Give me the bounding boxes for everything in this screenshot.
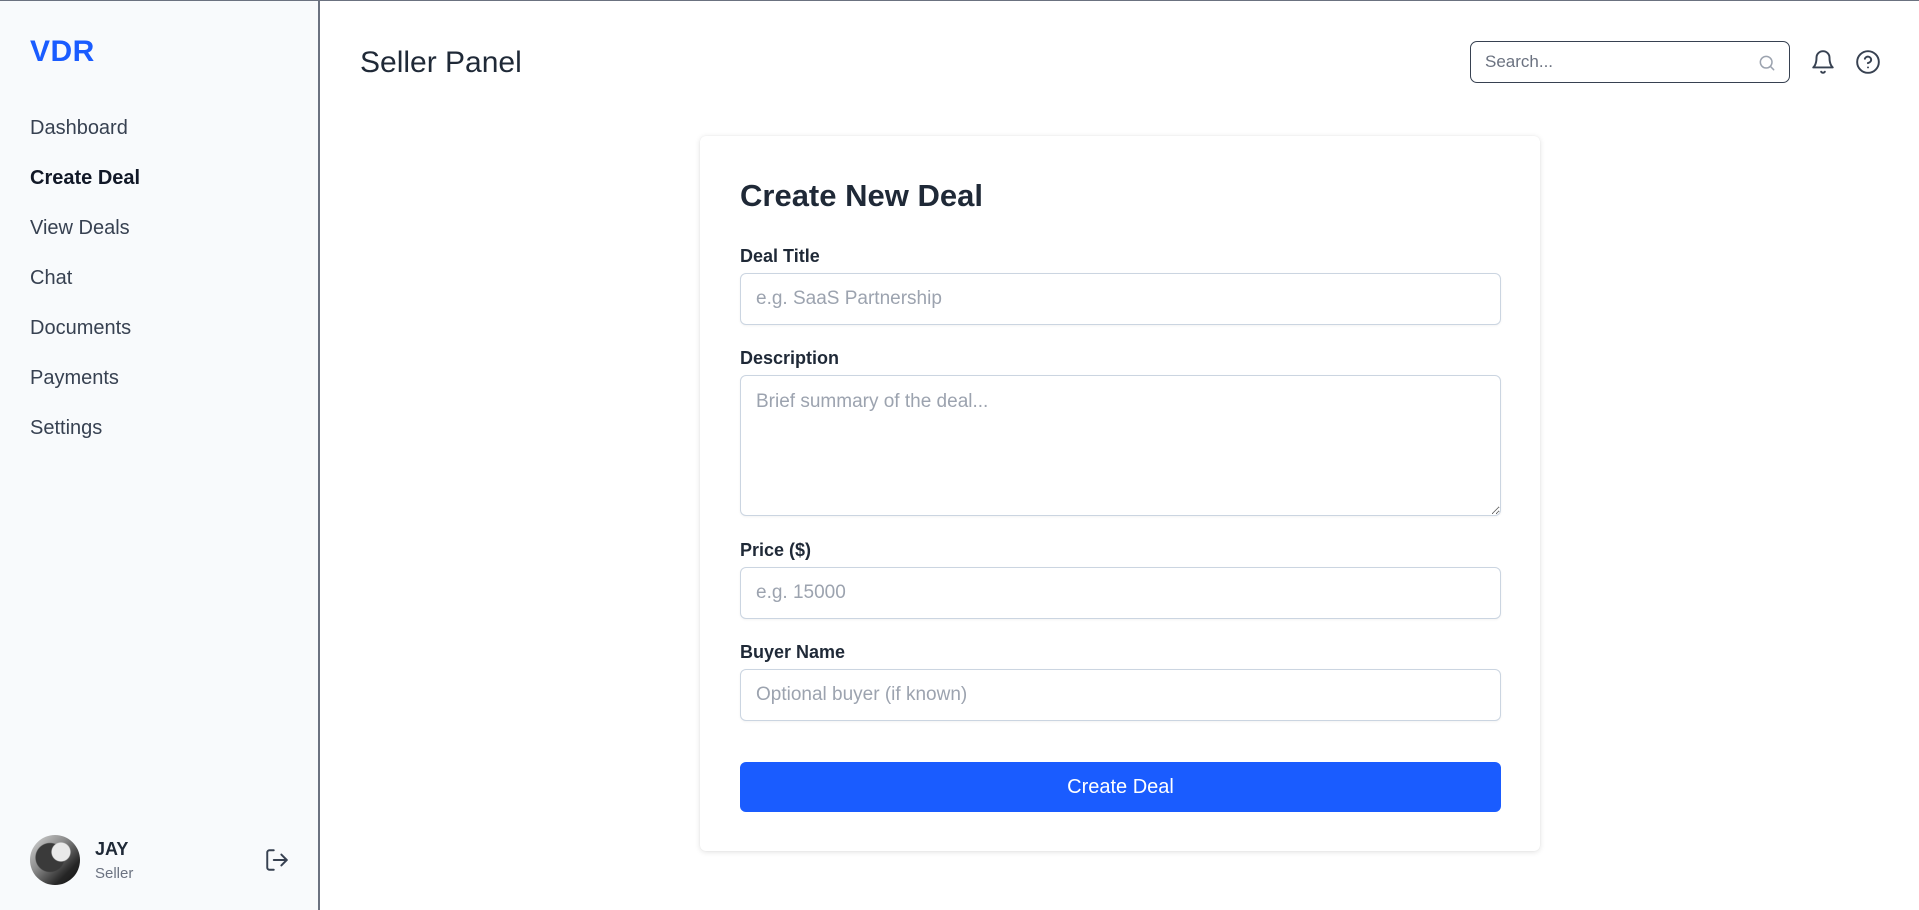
bell-icon[interactable] [1810,49,1836,75]
sidebar-nav: Dashboard Create Deal View Deals Chat Do… [30,113,140,463]
create-deal-button[interactable]: Create Deal [740,762,1501,812]
search-icon[interactable] [1757,53,1777,73]
buyer-name-label: Buyer Name [740,642,846,662]
sidebar-item-view-deals[interactable]: View Deals [30,213,140,263]
sidebar-item-dashboard[interactable]: Dashboard [30,113,140,163]
sidebar: VDR Dashboard Create Deal View Deals Cha… [0,1,320,910]
user-role: Seller [95,865,134,882]
user-name: JAY [95,839,129,859]
user-profile: JAY Seller [30,835,294,885]
page-title: Seller Panel [360,46,522,79]
description-textarea[interactable] [740,375,1501,516]
help-icon[interactable] [1855,49,1881,75]
sidebar-item-chat[interactable]: Chat [30,263,140,313]
deal-title-input[interactable] [740,273,1501,325]
description-label: Description [740,348,840,368]
price-input[interactable] [740,567,1501,619]
sidebar-item-payments[interactable]: Payments [30,363,140,413]
search-input[interactable] [1485,42,1755,81]
sidebar-item-settings[interactable]: Settings [30,413,140,463]
deal-title-label: Deal Title [740,246,820,266]
search-box [1470,41,1790,83]
sidebar-item-documents[interactable]: Documents [30,313,140,363]
form-title: Create New Deal [740,178,983,213]
logout-icon[interactable] [264,847,290,873]
avatar[interactable] [30,835,80,885]
price-label: Price ($) [740,540,812,560]
buyer-name-input[interactable] [740,669,1501,721]
brand-logo[interactable]: VDR [30,35,95,69]
create-deal-card: Create New Deal Deal Title Description P… [700,136,1540,851]
sidebar-item-create-deal[interactable]: Create Deal [30,163,140,213]
